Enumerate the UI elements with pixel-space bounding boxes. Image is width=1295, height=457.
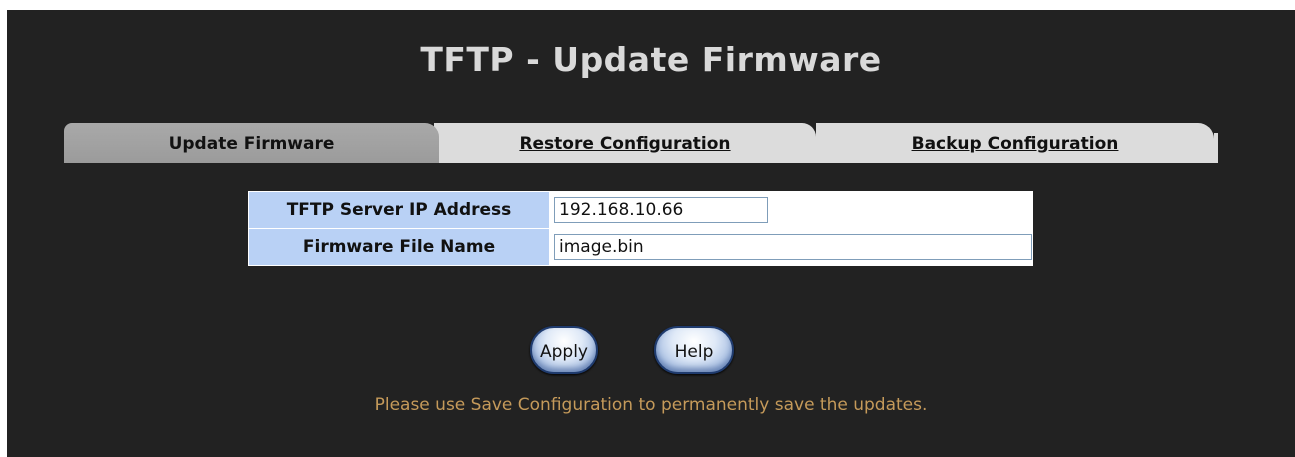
tftp-form-table: TFTP Server IP Address Firmware File Nam… (248, 191, 1033, 266)
tab-restore-configuration[interactable]: Restore Configuration (434, 123, 816, 163)
tab-bar: Backup Configuration Restore Configurati… (64, 123, 1221, 163)
tab-backup-configuration[interactable]: Backup Configuration (816, 123, 1214, 163)
file-name-input[interactable] (554, 234, 1032, 260)
tab-update-firmware[interactable]: Update Firmware (64, 123, 439, 163)
table-row: TFTP Server IP Address (248, 191, 1033, 229)
server-ip-input[interactable] (554, 197, 768, 223)
main-panel: TFTP - Update Firmware Backup Configurat… (7, 10, 1295, 457)
help-button[interactable]: Help (654, 326, 734, 374)
file-name-label: Firmware File Name (248, 228, 550, 266)
page-title: TFTP - Update Firmware (420, 40, 882, 79)
tab-label: Restore Configuration (519, 134, 731, 154)
server-ip-cell (549, 191, 1033, 229)
server-ip-label: TFTP Server IP Address (248, 191, 550, 229)
tab-label: Update Firmware (168, 134, 335, 154)
save-note: Please use Save Configuration to permane… (374, 395, 928, 415)
tab-edge (1214, 133, 1218, 163)
apply-button[interactable]: Apply (530, 326, 598, 374)
tab-label: Backup Configuration (911, 134, 1119, 154)
file-name-cell (549, 228, 1033, 266)
table-row: Firmware File Name (248, 228, 1033, 266)
